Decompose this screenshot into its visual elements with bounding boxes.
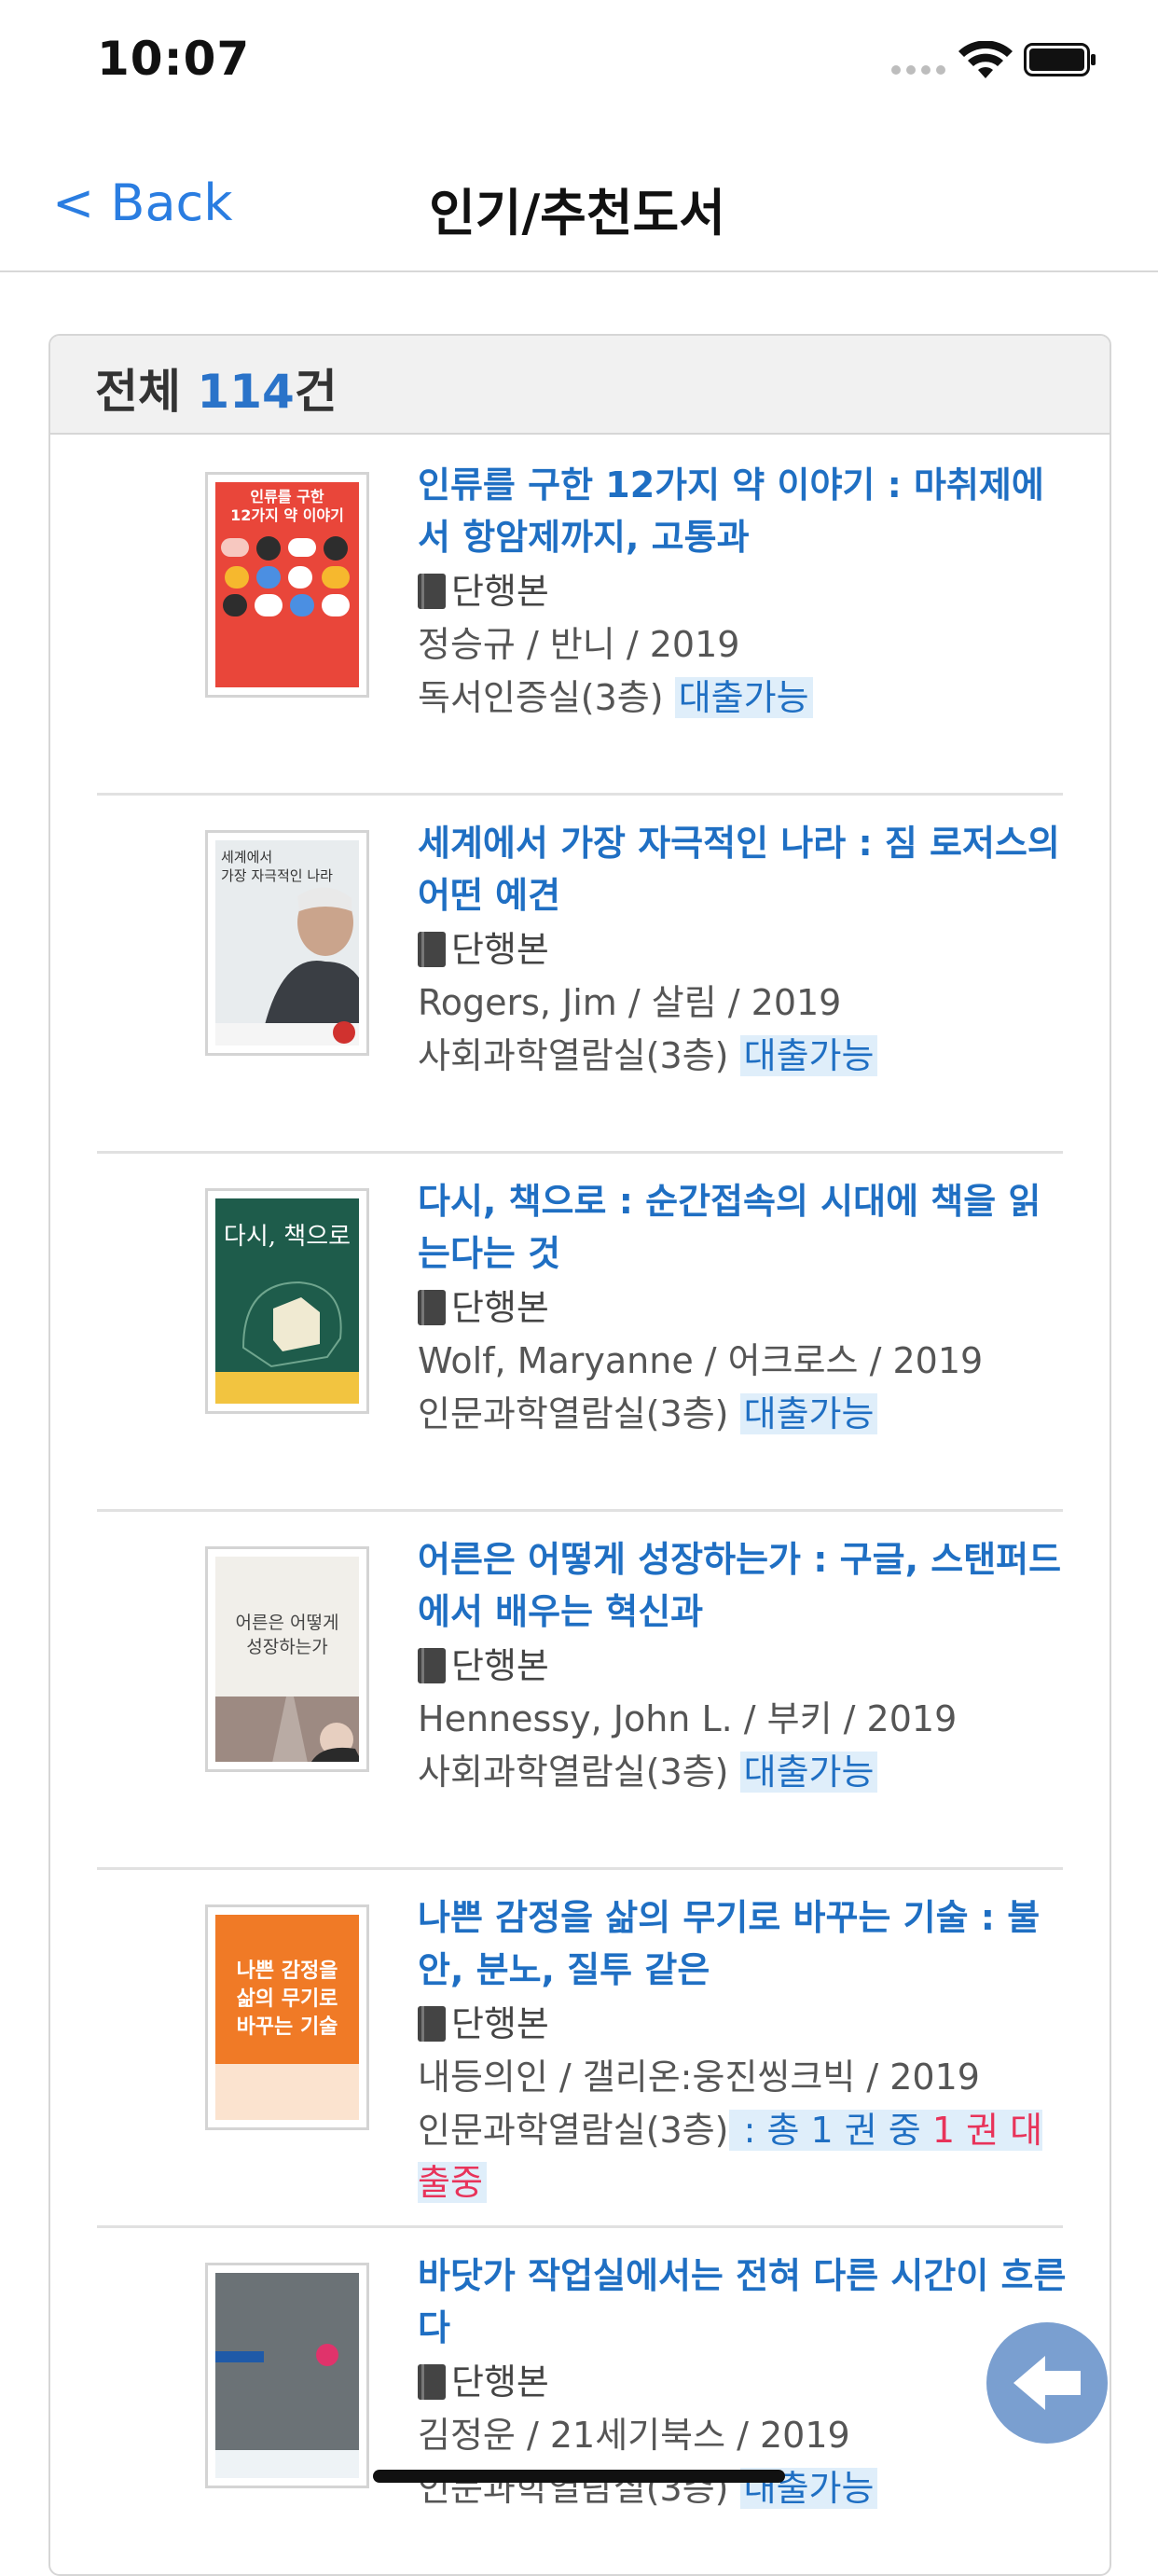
book-cover-art [215, 2273, 359, 2478]
book-icon [418, 932, 446, 967]
book-format-label: 단행본 [451, 2361, 549, 2403]
book-format: 단행본 [418, 923, 1070, 976]
status-bar: 10:07 [0, 0, 1158, 121]
cover-title: 인류를 구한 12가지 약 이야기 [230, 488, 344, 524]
book-location: 사회과학열람실(3층) 대출가능 [418, 1030, 1070, 1082]
pills-illustration [221, 536, 350, 616]
availability-total: : 총 1 권 중 [732, 2110, 932, 2151]
location-label: 독서인증실(3층) [418, 677, 664, 718]
book-title-link[interactable]: 다시, 책으로 : 순간접속의 시대에 책을 읽는다는 것 [418, 1175, 1070, 1280]
book-icon [418, 2006, 446, 2042]
book-meta: Hennessy, John L. / 부키 / 2019 [418, 1698, 958, 1739]
location-label: 인문과학열람실(3층) [418, 2110, 729, 2151]
book-cover-art: 나쁜 감정을 삶의 무기로 바꾸는 기술 [215, 1915, 359, 2120]
cover-band [215, 2064, 359, 2120]
book-cover[interactable]: 세계에서 가장 자극적인 나라 [205, 830, 369, 1056]
book-meta: 내등의인 / 갤리온:웅진씽크빅 / 2019 [418, 2057, 980, 2098]
back-arrow-icon [1013, 2356, 1081, 2410]
book-info: 인류를 구한 12가지 약 이야기 : 마취제에서 항암제까지, 고통과 단행본… [418, 459, 1070, 724]
book-format: 단행본 [418, 1281, 1070, 1334]
battery-icon [1024, 43, 1096, 76]
book-list-item[interactable]: 바닷가 작업실에서는 전혀 다른 시간이 흐른다 단행본 김정운 / 21세기북… [97, 2225, 1066, 2574]
book-format-label: 단행본 [451, 929, 549, 970]
location-label: 사회과학열람실(3층) [418, 1752, 729, 1793]
book-cover-art: 인류를 구한 12가지 약 이야기 [215, 482, 359, 687]
home-indicator[interactable] [373, 2470, 785, 2483]
book-cover[interactable]: 인류를 구한 12가지 약 이야기 [205, 472, 369, 698]
book-cover-art: 다시, 책으로 [215, 1198, 359, 1404]
book-cover[interactable]: 어른은 어떻게 성장하는가 [205, 1546, 369, 1772]
book-location: 사회과학열람실(3층) 대출가능 [418, 1746, 1070, 1798]
wifi-icon [958, 41, 1013, 78]
book-location: 독서인증실(3층) 대출가능 [418, 672, 1070, 724]
book-icon [418, 1648, 446, 1683]
book-icon [418, 2364, 446, 2400]
page-title: 인기/추천도서 [0, 172, 1158, 245]
portrait-illustration [215, 887, 359, 1046]
book-icon [418, 574, 446, 609]
book-cover[interactable] [205, 2263, 369, 2488]
book-list-item[interactable]: 인류를 구한 12가지 약 이야기 인류를 구한 12가지 약 이야기 : 마취제… [97, 435, 1063, 796]
book-title-link[interactable]: 어른은 어떻게 성장하는가 : 구글, 스탠퍼드에서 배우는 혁신과 [418, 1533, 1070, 1638]
total-prefix: 전체 [95, 365, 198, 419]
book-meta: 정승규 / 반니 / 2019 [418, 624, 740, 665]
book-format: 단행본 [418, 1998, 1070, 2050]
book-list-item[interactable]: 나쁜 감정을 삶의 무기로 바꾸는 기술 나쁜 감정을 삶의 무기로 바꾸는 기술 … [97, 1867, 1063, 2228]
book-title-link[interactable]: 세계에서 가장 자극적인 나라 : 짐 로저스의 어떤 예견 [418, 817, 1070, 921]
book-format-label: 단행본 [451, 1645, 549, 1686]
book-cover-art: 세계에서 가장 자극적인 나라 [215, 840, 359, 1046]
status-time: 10:07 [97, 32, 251, 86]
book-meta: Rogers, Jim / 살림 / 2019 [418, 982, 842, 1023]
location-label: 인문과학열람실(3층) [418, 1393, 729, 1434]
book-location: 인문과학열람실(3층) : 총 1 권 중 1 권 대출중 [418, 2104, 1070, 2209]
book-location: 인문과학열람실(3층) 대출가능 [418, 1388, 1070, 1440]
availability-badge: 대출가능 [739, 1035, 878, 1076]
book-info: 어른은 어떻게 성장하는가 : 구글, 스탠퍼드에서 배우는 혁신과 단행본 H… [418, 1533, 1070, 1798]
book-list-item[interactable]: 세계에서 가장 자극적인 나라 세계에서 가장 자극적인 나라 : 짐 로저스의 … [97, 793, 1063, 1154]
book-format: 단행본 [418, 2356, 1070, 2408]
page-title-text: 인기/추천도서 [429, 184, 725, 242]
book-format: 단행본 [418, 565, 1070, 617]
availability-badge: 대출가능 [674, 677, 813, 718]
book-cover[interactable]: 다시, 책으로 [205, 1188, 369, 1414]
book-info: 세계에서 가장 자극적인 나라 : 짐 로저스의 어떤 예견 단행본 Roger… [418, 817, 1070, 1082]
book-format-label: 단행본 [451, 1287, 549, 1328]
book-cover-art: 어른은 어떻게 성장하는가 [215, 1557, 359, 1762]
book-list-item[interactable]: 다시, 책으로 다시, 책으로 : 순간접속의 시대에 책을 읽는다는 것 단행… [97, 1151, 1063, 1512]
location-label: 사회과학열람실(3층) [418, 1035, 729, 1076]
book-title-link[interactable]: 나쁜 감정을 삶의 무기로 바꾸는 기술 : 불안, 분노, 질투 같은 [418, 1891, 1070, 1996]
book-cover[interactable]: 나쁜 감정을 삶의 무기로 바꾸는 기술 [205, 1904, 369, 2130]
book-format-label: 단행본 [451, 571, 549, 612]
total-count: 전체 114건 [95, 354, 338, 422]
book-list-item[interactable]: 어른은 어떻게 성장하는가 어른은 어떻게 성장하는가 : 구글, 스탠퍼드에서 … [97, 1509, 1063, 1870]
sea-illustration [215, 2273, 359, 2478]
availability-badge: 대출가능 [739, 1393, 878, 1434]
floating-back-button[interactable] [986, 2322, 1108, 2444]
total-suffix: 건 [294, 365, 338, 419]
list-header: 전체 114건 [50, 336, 1110, 435]
road-illustration [215, 1697, 359, 1762]
book-title-link[interactable]: 바닷가 작업실에서는 전혀 다른 시간이 흐른다 [418, 2250, 1070, 2354]
head-illustration [215, 1281, 359, 1404]
cellular-signal-icon [891, 65, 945, 78]
book-info: 다시, 책으로 : 순간접속의 시대에 책을 읽는다는 것 단행본 Wolf, … [418, 1175, 1070, 1440]
book-title-link[interactable]: 인류를 구한 12가지 약 이야기 : 마취제에서 항암제까지, 고통과 [418, 459, 1070, 563]
cover-title: 다시, 책으로 [223, 1223, 352, 1251]
book-meta: Wolf, Maryanne / 어크로스 / 2019 [418, 1340, 984, 1381]
navigation-bar: < Back 인기/추천도서 [0, 140, 1158, 272]
book-meta: 김정운 / 21세기북스 / 2019 [418, 2415, 850, 2456]
availability-badge: 대출가능 [739, 1752, 878, 1793]
book-format: 단행본 [418, 1640, 1070, 1692]
book-info: 나쁜 감정을 삶의 무기로 바꾸는 기술 : 불안, 분노, 질투 같은 단행본… [418, 1891, 1070, 2209]
book-icon [418, 1290, 446, 1325]
book-format-label: 단행본 [451, 2003, 549, 2044]
cover-title: 나쁜 감정을 삶의 무기로 바꾸는 기술 [236, 1960, 338, 2039]
book-list-panel: 전체 114건 인류를 구한 12가지 약 이야기 인류를 구한 12가지 약 이… [48, 334, 1111, 2576]
total-count-number: 114 [197, 365, 295, 419]
